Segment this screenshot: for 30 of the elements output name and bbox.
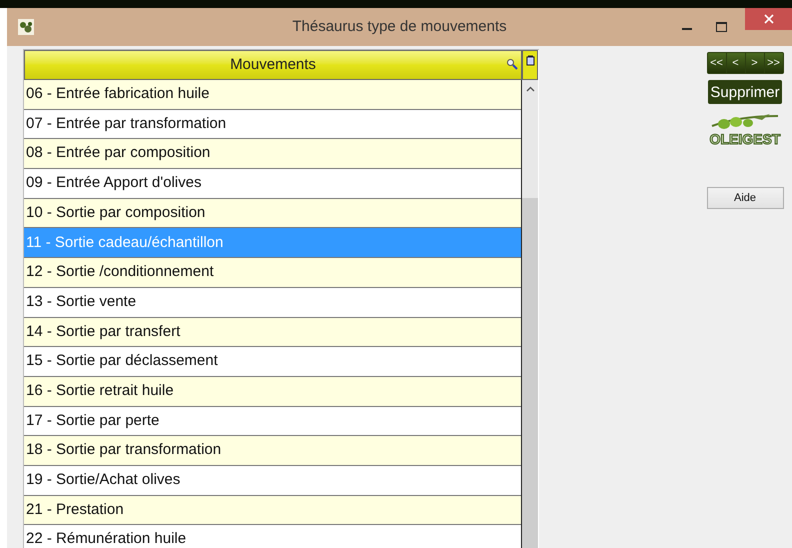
close-icon (764, 14, 774, 24)
search-icon[interactable] (506, 58, 518, 70)
list-row[interactable]: 16 - Sortie retrait huile (24, 376, 521, 407)
logo: OLEIGEST (710, 112, 780, 146)
nav-button[interactable]: >> (764, 53, 782, 73)
list-row[interactable]: 07 - Entrée par transformation (24, 110, 521, 140)
list-row[interactable]: 14 - Sortie par transfert (24, 318, 521, 348)
column-header[interactable]: Mouvements (24, 50, 522, 80)
nav-button[interactable]: < (726, 53, 744, 73)
list-row[interactable]: 10 - Sortie par composition (24, 198, 521, 228)
list-row[interactable]: 12 - Sortie /conditionnement (24, 258, 521, 288)
column-picker-button[interactable] (522, 50, 538, 80)
list-row[interactable]: 08 - Entrée par composition (24, 139, 521, 170)
maximize-icon[interactable] (716, 22, 727, 32)
nav-button[interactable]: > (746, 53, 764, 73)
list-row[interactable]: 06 - Entrée fabrication huile (24, 80, 521, 110)
delete-button[interactable]: Supprimer (708, 80, 782, 104)
olive-branch-icon (710, 112, 780, 132)
window-title: Thésaurus type de mouvements (292, 16, 507, 37)
help-button[interactable]: Aide (706, 187, 784, 209)
nav-button[interactable]: << (708, 53, 726, 73)
clipboard-icon (526, 55, 534, 66)
list-row[interactable]: 17 - Sortie par perte (24, 406, 521, 436)
scrollbar[interactable] (522, 80, 538, 548)
close-button[interactable] (745, 8, 792, 30)
list-row[interactable]: 21 - Prestation (24, 496, 521, 526)
list-row[interactable]: 18 - Sortie par transformation (24, 436, 521, 466)
scroll-up-icon[interactable] (526, 86, 534, 92)
olive-icon (18, 19, 34, 35)
scrollbar-thumb[interactable] (522, 198, 538, 548)
